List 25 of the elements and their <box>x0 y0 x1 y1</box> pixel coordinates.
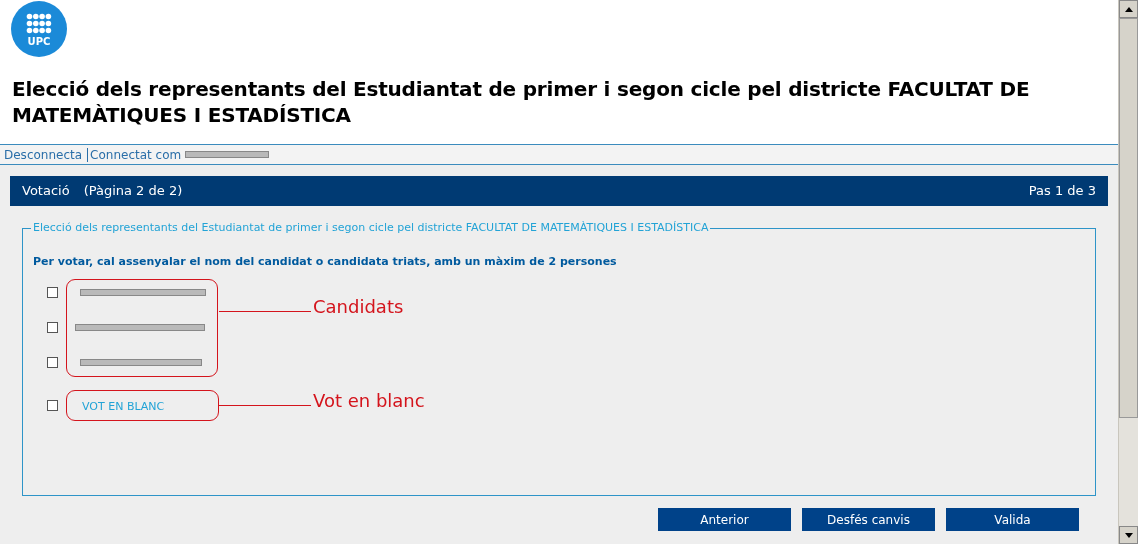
form-button[interactable]: Desfés canvis <box>802 508 935 531</box>
page-indicator: (Pàgina 2 de 2) <box>83 182 183 201</box>
checkbox[interactable] <box>47 357 58 368</box>
logout-link[interactable]: Desconnecta <box>4 145 83 164</box>
scrollbar[interactable] <box>1118 0 1138 544</box>
scroll-thumb[interactable] <box>1119 18 1138 418</box>
checkbox[interactable] <box>47 322 58 333</box>
instruction-text: Per votar, cal assenyalar el nom del candidat o candidata triats, amb un màxim de 2 persones <box>33 254 617 270</box>
scroll-up-button[interactable] <box>1119 0 1138 18</box>
scroll-down-button[interactable] <box>1119 526 1138 544</box>
page-title: Elecció dels representants del Estudiantat de primer i segon cicle pel districte FACULTAT DE MATEMÀTIQUES I ESTADÍSTICA <box>11 76 1031 129</box>
checkbox[interactable] <box>47 400 58 411</box>
checkbox[interactable] <box>47 287 58 298</box>
form-button[interactable]: Valida <box>946 508 1079 531</box>
down-arrow-icon <box>1124 532 1133 538</box>
connected-as-text: Connectat com <box>90 146 182 164</box>
form-button[interactable]: Anterior <box>658 508 791 531</box>
dots-icon <box>26 13 52 35</box>
up-arrow-icon <box>1124 6 1133 12</box>
step-indicator: Pas 1 de 3 <box>1028 182 1096 201</box>
section-title: Votació <box>22 182 70 201</box>
annotation-label: Candidats <box>313 295 404 319</box>
annotation-label: Vot en blanc <box>313 389 425 413</box>
logo: UPC <box>11 1 67 57</box>
fieldset-legend: Elecció dels representants del Estudiantat de primer i segon cicle pel districte FACULTAT DE MATEMÀTIQUES I ESTADÍSTICA <box>31 221 711 235</box>
